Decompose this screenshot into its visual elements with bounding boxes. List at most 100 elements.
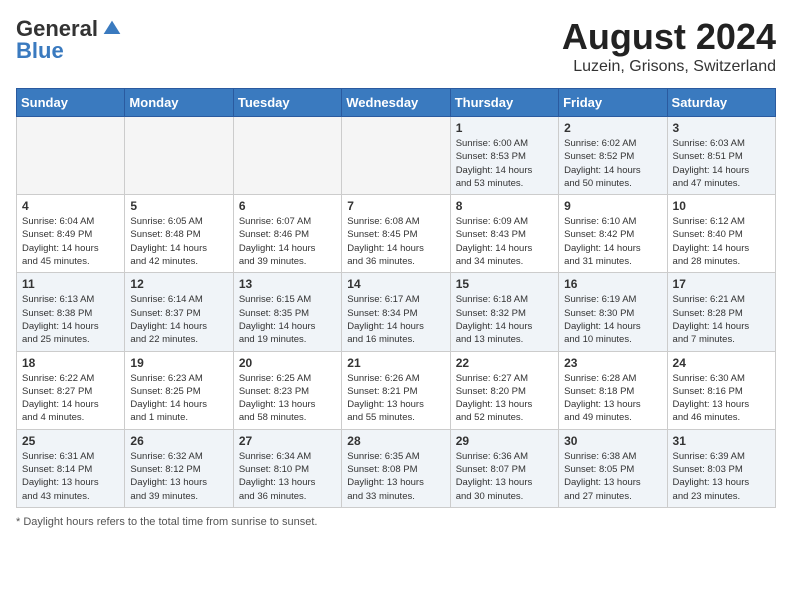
day-info: Sunrise: 6:31 AM Sunset: 8:14 PM Dayligh… bbox=[22, 450, 119, 503]
calendar-day-cell: 3 Sunrise: 6:03 AM Sunset: 8:51 PM Daylig… bbox=[667, 117, 775, 195]
calendar-week-row: 25 Sunrise: 6:31 AM Sunset: 8:14 PM Dayli… bbox=[17, 429, 776, 507]
calendar-day-cell: 4 Sunrise: 6:04 AM Sunset: 8:49 PM Daylig… bbox=[17, 195, 125, 273]
day-info: Sunrise: 6:23 AM Sunset: 8:25 PM Dayligh… bbox=[130, 372, 227, 425]
calendar-week-row: 1 Sunrise: 6:00 AM Sunset: 8:53 PM Daylig… bbox=[17, 117, 776, 195]
day-number: 20 bbox=[239, 356, 336, 370]
day-number: 18 bbox=[22, 356, 119, 370]
calendar-table: SundayMondayTuesdayWednesdayThursdayFrid… bbox=[16, 88, 776, 508]
calendar-day-cell: 30Sunrise: 6:38 AM Sunset: 8:05 PM Dayli… bbox=[559, 429, 667, 507]
day-number: 28 bbox=[347, 434, 444, 448]
calendar-day-cell: 10Sunrise: 6:12 AM Sunset: 8:40 PM Dayli… bbox=[667, 195, 775, 273]
calendar-day-cell: 31 Sunrise: 6:39 AM Sunset: 8:03 PM Dayli… bbox=[667, 429, 775, 507]
day-number: 15 bbox=[456, 277, 553, 291]
day-info: Sunrise: 6:17 AM Sunset: 8:34 PM Dayligh… bbox=[347, 293, 444, 346]
calendar-day-cell: 2 Sunrise: 6:02 AM Sunset: 8:52 PM Daylig… bbox=[559, 117, 667, 195]
logo: General Blue bbox=[16, 16, 122, 64]
weekday-header: Tuesday bbox=[233, 89, 341, 117]
day-info: Sunrise: 6:36 AM Sunset: 8:07 PM Dayligh… bbox=[456, 450, 553, 503]
day-info: Sunrise: 6:30 AM Sunset: 8:16 PM Dayligh… bbox=[673, 372, 770, 425]
day-info: Sunrise: 6:28 AM Sunset: 8:18 PM Dayligh… bbox=[564, 372, 661, 425]
calendar-day-cell: 20 Sunrise: 6:25 AM Sunset: 8:23 PM Dayli… bbox=[233, 351, 341, 429]
day-info: Sunrise: 6:04 AM Sunset: 8:49 PM Dayligh… bbox=[22, 215, 119, 268]
day-number: 13 bbox=[239, 277, 336, 291]
calendar-day-cell: 14 Sunrise: 6:17 AM Sunset: 8:34 PM Dayli… bbox=[342, 273, 450, 351]
weekday-header: Wednesday bbox=[342, 89, 450, 117]
day-info: Sunrise: 6:09 AM Sunset: 8:43 PM Dayligh… bbox=[456, 215, 553, 268]
day-number: 1 bbox=[456, 121, 553, 135]
day-info: Sunrise: 6:05 AM Sunset: 8:48 PM Dayligh… bbox=[130, 215, 227, 268]
day-info: Sunrise: 6:35 AM Sunset: 8:08 PM Dayligh… bbox=[347, 450, 444, 503]
day-info: Sunrise: 6:25 AM Sunset: 8:23 PM Dayligh… bbox=[239, 372, 336, 425]
calendar-day-cell: 9 Sunrise: 6:10 AM Sunset: 8:42 PM Daylig… bbox=[559, 195, 667, 273]
calendar-day-cell: 13 Sunrise: 6:15 AM Sunset: 8:35 PM Dayli… bbox=[233, 273, 341, 351]
day-info: Sunrise: 6:19 AM Sunset: 8:30 PM Dayligh… bbox=[564, 293, 661, 346]
day-number: 23 bbox=[564, 356, 661, 370]
footer-note-text: Daylight hours bbox=[23, 516, 93, 528]
calendar-day-cell: 23 Sunrise: 6:28 AM Sunset: 8:18 PM Dayli… bbox=[559, 351, 667, 429]
day-info: Sunrise: 6:27 AM Sunset: 8:20 PM Dayligh… bbox=[456, 372, 553, 425]
day-number: 24 bbox=[673, 356, 770, 370]
weekday-header: Sunday bbox=[17, 89, 125, 117]
day-number: 22 bbox=[456, 356, 553, 370]
day-number: 4 bbox=[22, 199, 119, 213]
calendar-day-cell: 12 Sunrise: 6:14 AM Sunset: 8:37 PM Dayli… bbox=[125, 273, 233, 351]
day-number: 3 bbox=[673, 121, 770, 135]
day-info: Sunrise: 6:22 AM Sunset: 8:27 PM Dayligh… bbox=[22, 372, 119, 425]
calendar-day-cell bbox=[17, 117, 125, 195]
day-number: 14 bbox=[347, 277, 444, 291]
day-number: 9 bbox=[564, 199, 661, 213]
day-info: Sunrise: 6:03 AM Sunset: 8:51 PM Dayligh… bbox=[673, 137, 770, 190]
day-number: 11 bbox=[22, 277, 119, 291]
calendar-day-cell: 16 Sunrise: 6:19 AM Sunset: 8:30 PM Dayli… bbox=[559, 273, 667, 351]
day-info: Sunrise: 6:00 AM Sunset: 8:53 PM Dayligh… bbox=[456, 137, 553, 190]
calendar-day-cell: 21Sunrise: 6:26 AM Sunset: 8:21 PM Dayli… bbox=[342, 351, 450, 429]
day-number: 17 bbox=[673, 277, 770, 291]
calendar-week-row: 18 Sunrise: 6:22 AM Sunset: 8:27 PM Dayli… bbox=[17, 351, 776, 429]
calendar-day-cell: 11 Sunrise: 6:13 AM Sunset: 8:38 PM Dayli… bbox=[17, 273, 125, 351]
day-number: 6 bbox=[239, 199, 336, 213]
calendar-week-row: 4 Sunrise: 6:04 AM Sunset: 8:49 PM Daylig… bbox=[17, 195, 776, 273]
day-number: 10 bbox=[673, 199, 770, 213]
weekday-header: Saturday bbox=[667, 89, 775, 117]
day-number: 27 bbox=[239, 434, 336, 448]
weekday-header: Friday bbox=[559, 89, 667, 117]
calendar-day-cell: 24 Sunrise: 6:30 AM Sunset: 8:16 PM Dayli… bbox=[667, 351, 775, 429]
calendar-day-cell: 26 Sunrise: 6:32 AM Sunset: 8:12 PM Dayli… bbox=[125, 429, 233, 507]
weekday-header: Thursday bbox=[450, 89, 558, 117]
day-info: Sunrise: 6:26 AM Sunset: 8:21 PM Dayligh… bbox=[347, 372, 444, 425]
day-info: Sunrise: 6:32 AM Sunset: 8:12 PM Dayligh… bbox=[130, 450, 227, 503]
calendar-header-row: SundayMondayTuesdayWednesdayThursdayFrid… bbox=[17, 89, 776, 117]
day-info: Sunrise: 6:10 AM Sunset: 8:42 PM Dayligh… bbox=[564, 215, 661, 268]
day-number: 30 bbox=[564, 434, 661, 448]
calendar-day-cell: 5Sunrise: 6:05 AM Sunset: 8:48 PM Daylig… bbox=[125, 195, 233, 273]
day-info: Sunrise: 6:08 AM Sunset: 8:45 PM Dayligh… bbox=[347, 215, 444, 268]
day-info: Sunrise: 6:07 AM Sunset: 8:46 PM Dayligh… bbox=[239, 215, 336, 268]
day-number: 2 bbox=[564, 121, 661, 135]
day-number: 19 bbox=[130, 356, 227, 370]
day-number: 16 bbox=[564, 277, 661, 291]
logo-icon bbox=[102, 19, 122, 39]
calendar-day-cell bbox=[125, 117, 233, 195]
day-number: 29 bbox=[456, 434, 553, 448]
month-year-title: August 2024 bbox=[562, 16, 776, 58]
calendar-day-cell: 6 Sunrise: 6:07 AM Sunset: 8:46 PM Daylig… bbox=[233, 195, 341, 273]
page-header: General Blue August 2024 Luzein, Grisons… bbox=[16, 16, 776, 76]
day-info: Sunrise: 6:13 AM Sunset: 8:38 PM Dayligh… bbox=[22, 293, 119, 346]
day-number: 25 bbox=[22, 434, 119, 448]
day-info: Sunrise: 6:02 AM Sunset: 8:52 PM Dayligh… bbox=[564, 137, 661, 190]
day-number: 31 bbox=[673, 434, 770, 448]
day-number: 26 bbox=[130, 434, 227, 448]
calendar-day-cell: 15Sunrise: 6:18 AM Sunset: 8:32 PM Dayli… bbox=[450, 273, 558, 351]
calendar-day-cell: 19 Sunrise: 6:23 AM Sunset: 8:25 PM Dayli… bbox=[125, 351, 233, 429]
day-number: 12 bbox=[130, 277, 227, 291]
weekday-header: Monday bbox=[125, 89, 233, 117]
calendar-day-cell: 25 Sunrise: 6:31 AM Sunset: 8:14 PM Dayli… bbox=[17, 429, 125, 507]
day-info: Sunrise: 6:21 AM Sunset: 8:28 PM Dayligh… bbox=[673, 293, 770, 346]
day-number: 7 bbox=[347, 199, 444, 213]
day-info: Sunrise: 6:14 AM Sunset: 8:37 PM Dayligh… bbox=[130, 293, 227, 346]
day-info: Sunrise: 6:15 AM Sunset: 8:35 PM Dayligh… bbox=[239, 293, 336, 346]
calendar-day-cell: 1 Sunrise: 6:00 AM Sunset: 8:53 PM Daylig… bbox=[450, 117, 558, 195]
title-block: August 2024 Luzein, Grisons, Switzerland bbox=[562, 16, 776, 76]
day-info: Sunrise: 6:39 AM Sunset: 8:03 PM Dayligh… bbox=[673, 450, 770, 503]
logo-blue-text: Blue bbox=[16, 38, 64, 63]
